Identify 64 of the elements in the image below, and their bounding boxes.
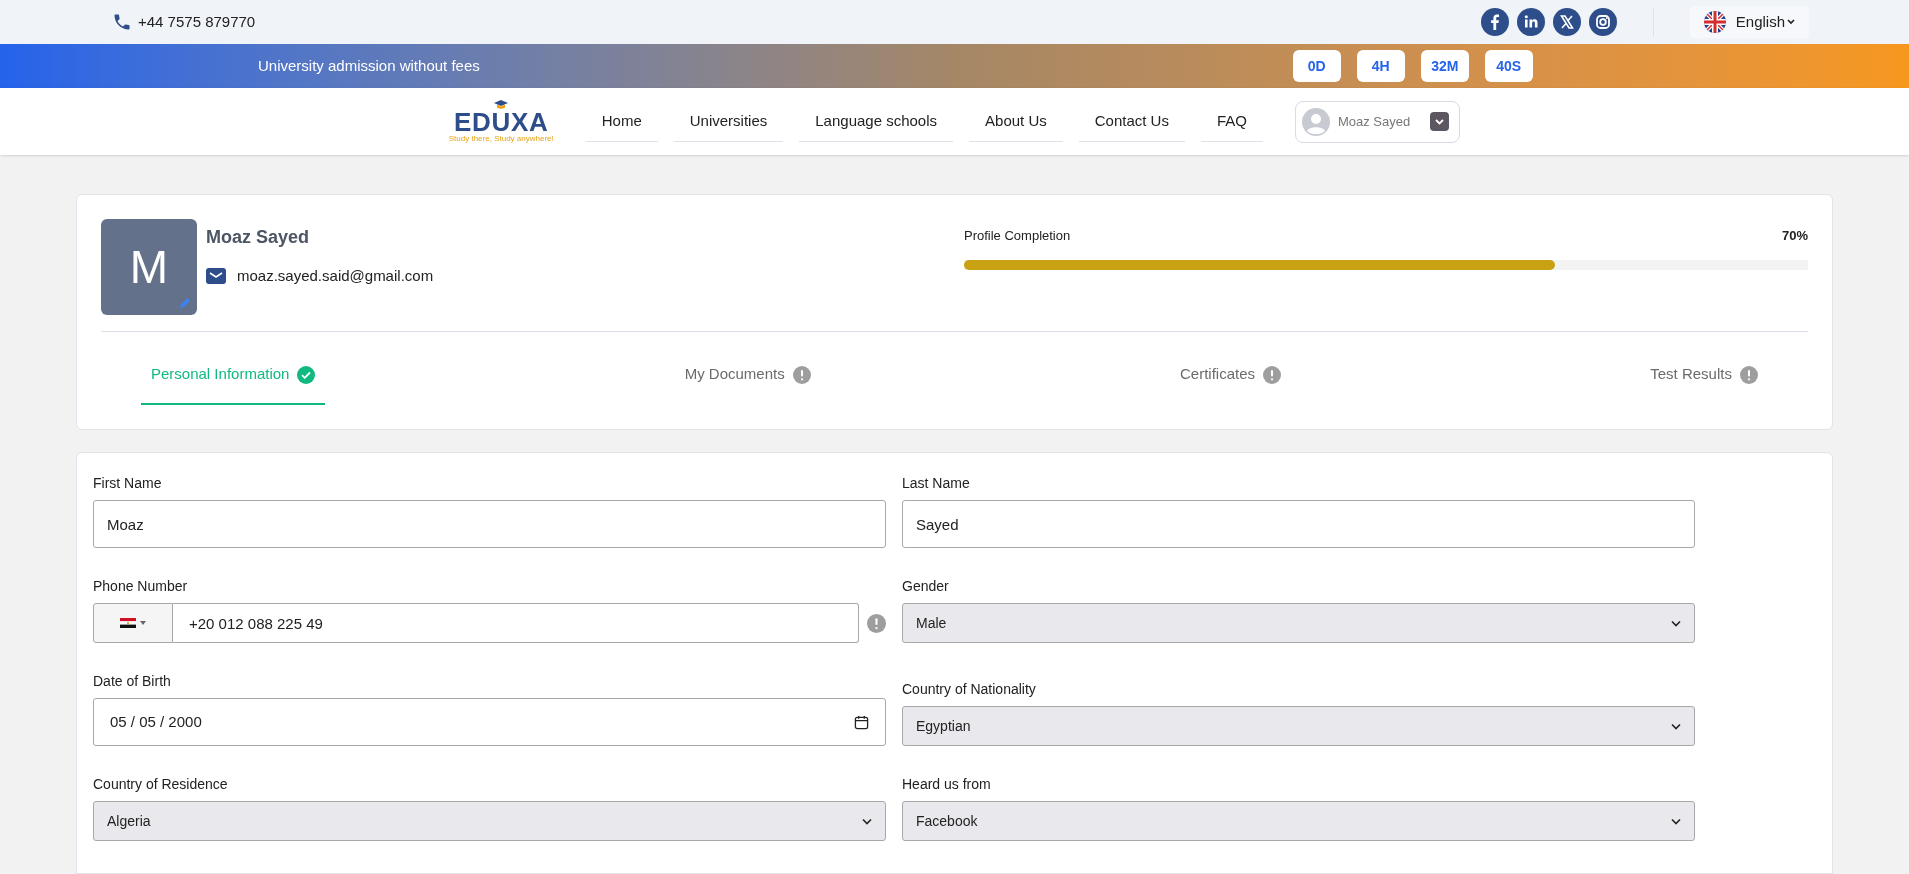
select-dropdown[interactable]: Male [902,603,1695,643]
countdown-timer: 0D [1292,50,1341,82]
countdown-timer: 40S [1484,50,1533,82]
field-label: Gender [902,577,950,596]
user-menu[interactable]: Moaz Sayed [1294,100,1461,143]
facebook-icon[interactable] [1480,8,1509,36]
text-input[interactable]: Moaz [93,500,886,548]
nav-link[interactable]: About Us [969,101,1063,142]
promo-text: University admission without fees [258,55,480,76]
warning-circle-icon [792,365,811,384]
select-dropdown[interactable]: Egyptian [902,706,1695,746]
avatar[interactable]: M [101,219,197,315]
warning-circle-icon [1739,365,1758,384]
field-label: Country of Nationality [902,680,1037,699]
chevron-down-icon [1787,19,1795,25]
nav-link[interactable]: Universities [673,101,784,142]
field-label: Country of Residence [93,775,229,794]
envelope-icon [206,268,226,285]
eduxa-logo[interactable]: EDUXA Study there, Study anywhere! [448,100,554,143]
calendar-icon[interactable] [854,714,869,730]
nav-link[interactable]: Home [585,101,658,142]
x-logo-icon[interactable] [1552,8,1581,36]
progress-percentage: 70% [1781,227,1808,245]
select-dropdown[interactable]: Algeria [93,801,886,841]
select-dropdown[interactable]: Facebook [902,801,1695,841]
chevron-down-icon [862,817,872,825]
field-label: Phone Number [93,577,189,596]
text-input[interactable]: Sayed [902,500,1695,548]
phone-icon [112,12,132,32]
profile-tab[interactable]: Certificates [1169,332,1291,405]
field-label: Date of Birth [93,672,172,691]
dropdown-toggle-icon [1430,112,1450,131]
caret-down-icon [140,621,146,625]
language-selector[interactable]: English [1689,6,1809,38]
field-label: Heard us from [902,775,992,794]
logo-tagline: Study there, Study anywhere! [448,134,554,143]
field-label: Last Name [902,474,971,493]
profile-tab[interactable]: Test Results [1640,332,1768,405]
field-label: First Name [93,474,163,493]
country-code-button[interactable] [93,603,173,643]
chevron-down-icon [1671,722,1681,730]
profile-tab[interactable]: My Documents [674,332,821,405]
date-input[interactable]: 05 / 05 / 2000 [93,698,886,746]
chevron-down-icon [1671,619,1681,627]
profile-name: Moaz Sayed [206,226,311,249]
warning-circle-icon [1263,365,1281,384]
warning-circle-icon [867,613,886,633]
user-avatar-icon [1301,107,1330,136]
egypt-flag-icon [120,618,136,628]
chevron-down-icon [1671,817,1681,825]
phone-input[interactable]: +20 012 088 225 49 [173,603,859,643]
progress-label: Profile Completion [964,227,1071,245]
linkedin-icon[interactable] [1516,8,1545,36]
instagram-icon[interactable] [1588,8,1617,36]
nav-link[interactable]: FAQ [1200,101,1263,142]
nav-link[interactable]: Contact Us [1078,101,1185,142]
uk-flag-icon [1703,11,1726,33]
countdown-timer: 4H [1356,50,1405,82]
check-circle-icon [297,365,316,384]
phone-number: +44 7575 879770 [138,11,256,32]
nav-link[interactable]: Language schools [799,101,954,142]
profile-email: moaz.sayed.said@gmail.com [237,266,434,286]
graduation-cap-icon [494,100,509,110]
countdown-timer: 32M [1420,50,1469,82]
